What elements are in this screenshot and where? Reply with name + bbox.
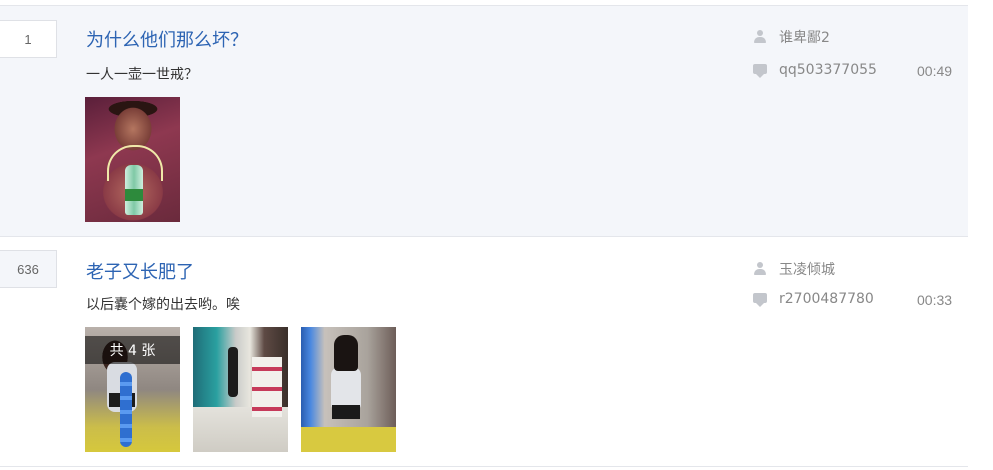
reply-count-badge: 1 — [0, 20, 57, 58]
person-icon — [753, 30, 767, 44]
bottom-divider — [0, 466, 968, 467]
last-reply-time: 00:49 — [917, 63, 953, 79]
thread-thumbnail-image[interactable] — [301, 327, 396, 452]
thread-item: 636 老子又长肥了 以后嚢个嫁的出去哟。唉 共 4 张 玉凌倾城 r27004… — [0, 238, 968, 466]
floor-shape — [301, 427, 396, 452]
person-shape — [228, 347, 238, 397]
comment-icon — [753, 292, 767, 307]
thread-title-link[interactable]: 为什么他们那么坏？ — [86, 26, 248, 52]
bottle-label-shape — [125, 189, 143, 201]
last-reply-row: r2700487780 — [753, 291, 874, 307]
thread-divider — [0, 236, 968, 237]
reply-count-badge: 636 — [0, 250, 57, 288]
author-name-link[interactable]: 谁卑鄙2 — [779, 27, 830, 47]
last-reply-row: qq503377055 — [753, 62, 877, 78]
comment-icon — [753, 63, 767, 78]
author-row: 谁卑鄙2 — [753, 27, 830, 47]
last-reply-time: 00:33 — [917, 292, 953, 308]
thread-thumbnail-image[interactable] — [193, 327, 288, 452]
thread-thumbnail-image[interactable]: 共 4 张 — [85, 327, 180, 452]
thread-title-link[interactable]: 老子又长肥了 — [86, 258, 194, 284]
thread-excerpt: 一人一壶一世戒？ — [86, 67, 198, 83]
blue-prop-shape — [120, 372, 132, 447]
shelf-shape — [252, 357, 282, 417]
author-row: 玉凌倾城 — [753, 259, 835, 279]
author-name-link[interactable]: 玉凌倾城 — [779, 259, 835, 279]
shorts-shape — [332, 405, 360, 419]
image-count-overlay: 共 4 张 — [85, 336, 180, 364]
last-reply-user-link[interactable]: qq503377055 — [779, 62, 877, 78]
hair-shape — [334, 335, 358, 371]
last-reply-user-link[interactable]: r2700487780 — [779, 291, 874, 307]
person-icon — [753, 262, 767, 276]
thread-thumbnail-image[interactable] — [85, 97, 180, 222]
thread-item: 1 为什么他们那么坏？ 一人一壶一世戒？ 谁卑鄙2 qq503377055 00… — [0, 6, 968, 236]
thread-excerpt: 以后嚢个嫁的出去哟。唉 — [86, 297, 240, 313]
